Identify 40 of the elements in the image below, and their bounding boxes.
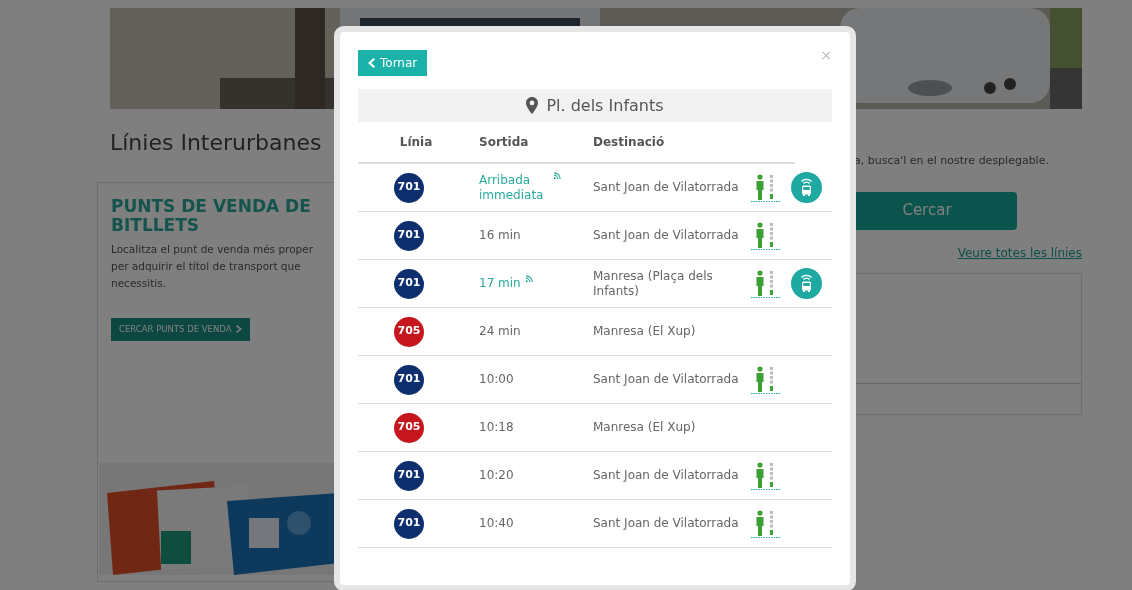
line-badge: 701 xyxy=(394,508,424,539)
destination: Sant Joan de Vilatorrada xyxy=(593,180,740,195)
line-badge: 701 xyxy=(394,172,424,203)
all-lines-link[interactable]: Veure totes les línies xyxy=(850,243,1082,262)
destination: Sant Joan de Vilatorrada xyxy=(593,468,740,483)
line-badge: 701 xyxy=(394,268,424,299)
chevron-right-icon xyxy=(235,325,242,334)
line-badge: 705 xyxy=(394,412,424,443)
chevron-left-icon xyxy=(368,58,375,68)
line-badge: 705 xyxy=(394,316,424,347)
card-text: Localitza el punt de venda més proper per adquirir el títol de transport que necessitis. xyxy=(111,242,315,291)
destination: Manresa (El Xup) xyxy=(593,324,697,339)
departure-time: 10:18 xyxy=(479,420,514,435)
destination: Sant Joan de Vilatorrada xyxy=(593,516,740,531)
line-badge: 701 xyxy=(394,460,424,491)
stop-name: Pl. dels Infants xyxy=(546,94,664,117)
departure-time: Arribada immediata xyxy=(479,172,545,203)
line-badge: 701 xyxy=(394,220,424,251)
sales-points-button[interactable]: CERCAR PUNTS DE VENDA xyxy=(111,318,250,341)
destination: Manresa (El Xup) xyxy=(593,420,697,435)
page-heading: Línies Interurbanes xyxy=(110,129,323,157)
column-header: Destinació xyxy=(593,134,666,151)
column-header: Sortida xyxy=(478,134,530,151)
close-button[interactable]: × xyxy=(820,48,832,62)
departure-time: 10:00 xyxy=(479,372,514,387)
departure-time: 24 min xyxy=(479,324,521,339)
departure-time: 16 min xyxy=(479,228,521,243)
card-title: PUNTS DE VENDA DE BITLLETS xyxy=(111,197,312,235)
departure-time: 10:20 xyxy=(479,468,514,483)
column-header: Línia xyxy=(398,134,434,151)
departure-time: 10:40 xyxy=(479,516,514,531)
destination: Sant Joan de Vilatorrada xyxy=(593,372,740,387)
destination: Sant Joan de Vilatorrada xyxy=(593,228,740,243)
destination: Manresa (Plaça dels Infants) xyxy=(593,268,714,299)
bus-tracking-icon[interactable] xyxy=(791,268,822,299)
departure-time: 17 min xyxy=(479,276,521,291)
location-pin-icon xyxy=(526,97,539,114)
bus-tracking-icon[interactable] xyxy=(791,172,822,203)
back-button[interactable]: Tornar xyxy=(358,50,428,76)
line-badge: 701 xyxy=(394,364,424,395)
